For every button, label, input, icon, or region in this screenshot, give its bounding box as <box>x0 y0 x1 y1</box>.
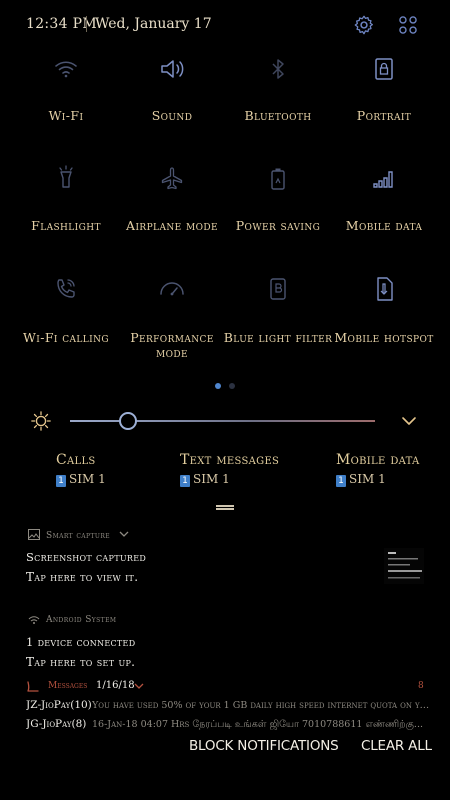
notification-title: Screenshot captured <box>26 550 147 564</box>
notification-header: Android System <box>28 615 116 625</box>
notification-count: 8 <box>418 681 424 691</box>
tile-label: Wi-Fi calling <box>23 330 109 345</box>
tile-portrait[interactable]: Portrait <box>328 54 440 123</box>
message-sender: JZ-JioPay(10) <box>26 699 92 711</box>
notification-android-system[interactable]: Android System 1 device connected Tap he… <box>0 613 450 673</box>
bluetooth-icon <box>272 59 284 79</box>
message-preview: You have used 50% of your 1 GB daily hig… <box>92 700 434 711</box>
tile-mobile-hotspot[interactable]: Mobile hotspot <box>328 274 440 345</box>
tile-wifi[interactable]: Wi-Fi <box>10 54 122 123</box>
signal-bars-icon <box>373 171 393 188</box>
sim-text-value: 1 SIM 1 <box>180 472 279 487</box>
speaker-icon <box>161 60 184 78</box>
tile-label: Mobile data <box>345 218 423 233</box>
clear-all-button[interactable]: CLEAR ALL <box>361 738 432 754</box>
page-dot[interactable] <box>229 383 235 389</box>
sim-calls[interactable]: Calls 1 SIM 1 <box>56 452 106 487</box>
tile-label: Flashlight <box>31 218 101 233</box>
notification-smart-capture[interactable]: Smart capture Screenshot captured Tap he… <box>0 528 450 590</box>
tile-label: Power saving <box>235 218 321 233</box>
tile-label: Performance mode <box>130 330 214 360</box>
auto-brightness-icon[interactable] <box>30 410 52 432</box>
notification-app-name: Messages <box>48 681 88 691</box>
sim-badge: 1 <box>56 475 66 487</box>
brightness-slider-track[interactable] <box>70 420 375 422</box>
tile-label: Portrait <box>356 108 412 123</box>
sim-calls-value: 1 SIM 1 <box>56 472 106 487</box>
image-icon <box>28 529 40 540</box>
notification-text: Tap here to set up. <box>26 655 136 669</box>
edit-grid-icon[interactable] <box>397 14 419 36</box>
notification-app-name: Android System <box>46 615 117 625</box>
block-notifications-button[interactable]: BLOCK NOTIFICATIONS <box>189 738 339 754</box>
tile-blue-light-filter[interactable]: Blue light filter <box>222 274 334 345</box>
page-dot-active[interactable] <box>215 383 221 389</box>
hotspot-icon <box>377 277 393 301</box>
tile-flashlight[interactable]: Flashlight <box>10 164 122 233</box>
message-sender: JG-JioPay(8) <box>26 718 87 730</box>
date: Wed, January 17 <box>95 16 212 32</box>
tile-airplane-mode[interactable]: Airplane mode <box>116 164 228 233</box>
tile-label: Wi-Fi <box>48 108 84 123</box>
notification-title: 1 device connected <box>26 635 136 649</box>
rotation-lock-icon <box>375 58 393 80</box>
blue-light-filter-icon <box>270 278 286 300</box>
tile-bluetooth[interactable]: Bluetooth <box>222 54 334 123</box>
chevron-down-icon[interactable] <box>134 682 144 690</box>
tile-label: Airplane mode <box>126 218 218 233</box>
tile-label: Sound <box>151 108 193 123</box>
messages-icon <box>27 681 39 692</box>
notification-app-name: Smart capture <box>46 531 111 541</box>
screenshot-thumbnail <box>384 548 424 584</box>
battery-icon <box>271 168 285 190</box>
divider <box>86 16 87 32</box>
tile-label: Blue light filter <box>223 330 333 345</box>
message-item[interactable]: JZ-JioPay(10) You have used 50% of your … <box>26 699 436 715</box>
tile-label: Mobile hotspot <box>334 330 434 345</box>
notification-messages[interactable]: Messages 1/16/18 8 JZ-JioPay(10) You hav… <box>0 678 450 738</box>
brightness-slider-thumb[interactable] <box>118 412 137 430</box>
sim-text-messages[interactable]: Text messages 1 SIM 1 <box>180 452 279 487</box>
android-system-icon <box>28 616 40 624</box>
sim-text-title: Text messages <box>180 452 280 468</box>
sim-calls-title: Calls <box>56 452 96 468</box>
panel-drag-handle[interactable] <box>216 505 234 510</box>
airplane-icon <box>161 167 183 190</box>
tile-wifi-calling[interactable]: Wi-Fi calling <box>10 274 122 345</box>
sim-settings: Calls 1 SIM 1 Text messages 1 SIM 1 Mobile… <box>0 452 450 492</box>
speedometer-icon <box>160 282 184 296</box>
status-bar: 12:34 PM Wed, January 17 <box>0 0 450 48</box>
sim-name: SIM 1 <box>193 472 230 486</box>
notification-header: Messages 1/16/18 8 <box>26 680 426 692</box>
message-item[interactable]: JG-JioPay(8) 16-Jan-18 04:07 Hrs நேரப்பட… <box>26 718 436 734</box>
notification-header: Smart capture <box>28 529 129 541</box>
wifi-icon <box>55 61 77 78</box>
sim-mobile-data[interactable]: Mobile data 1 SIM 1 <box>336 452 420 487</box>
sim-name: SIM 1 <box>69 472 106 486</box>
sim-data-value: 1 SIM 1 <box>336 472 420 487</box>
tile-power-saving[interactable]: Power saving <box>222 164 334 233</box>
notification-actions: BLOCK NOTIFICATIONS CLEAR ALL <box>0 738 450 760</box>
tile-sound[interactable]: Sound <box>116 54 228 123</box>
brightness-control <box>0 404 450 438</box>
gear-icon[interactable] <box>353 14 375 36</box>
tile-performance-mode[interactable]: Performance mode <box>116 274 228 360</box>
tile-mobile-data[interactable]: Mobile data <box>328 164 440 233</box>
flashlight-icon <box>59 165 73 188</box>
notification-date: 1/16/18 <box>96 680 135 691</box>
wifi-calling-icon <box>57 279 75 298</box>
chevron-down-icon[interactable] <box>119 530 129 538</box>
chevron-down-icon[interactable] <box>400 413 418 429</box>
sim-data-title: Mobile data <box>336 452 420 468</box>
sim-name: SIM 1 <box>349 472 386 486</box>
tile-label: Bluetooth <box>244 108 312 123</box>
sim-badge: 1 <box>180 475 190 487</box>
page-indicator <box>0 383 450 391</box>
message-preview: 16-Jan-18 04:07 Hrs நேரப்படி உங்கள் ஜியோ… <box>92 719 423 730</box>
sim-badge: 1 <box>336 475 346 487</box>
notification-text: Tap here to view it. <box>26 570 139 584</box>
